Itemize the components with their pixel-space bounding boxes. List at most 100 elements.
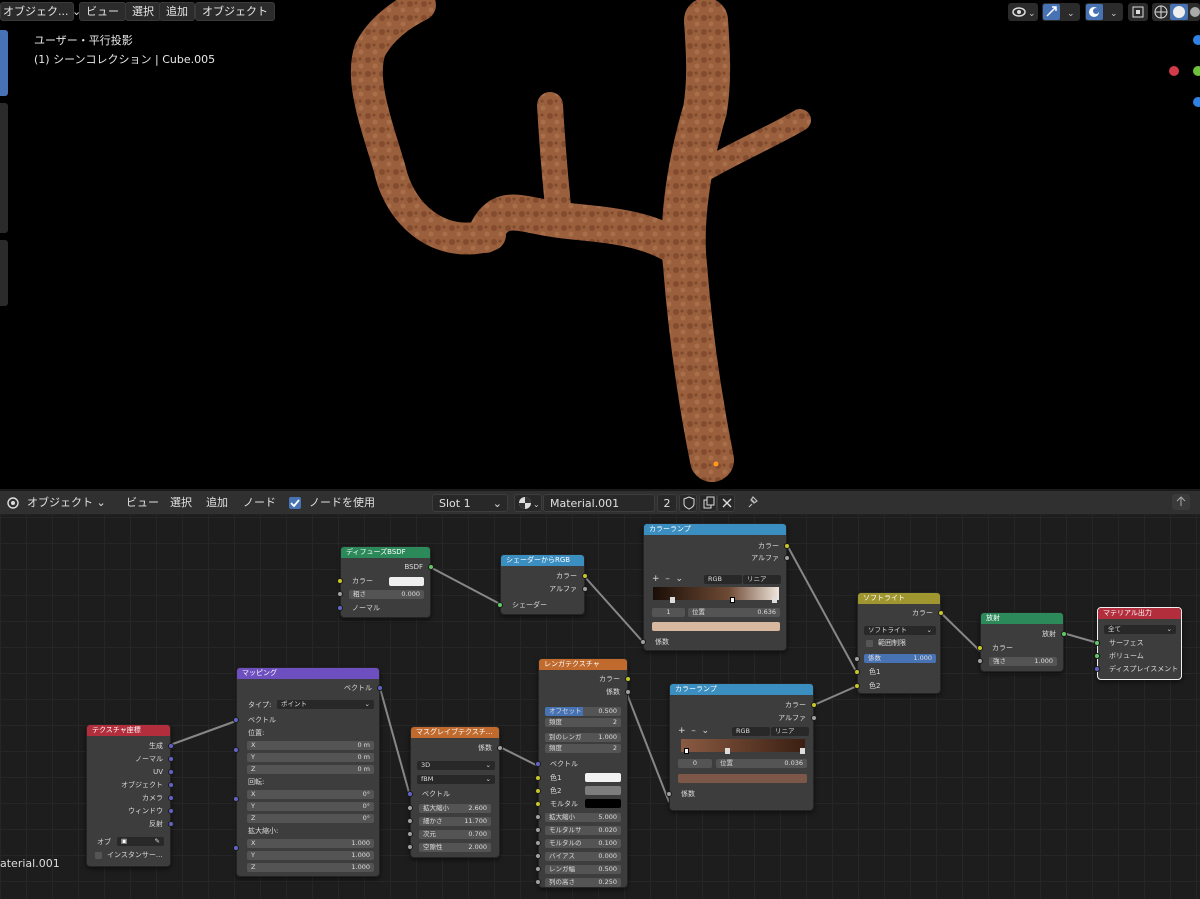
node-header[interactable]: マッピング (237, 668, 379, 679)
node-header[interactable]: ソフトライト (858, 593, 940, 604)
node-color-ramp-1[interactable]: カラーランプ カラー アルファ + – ⌄ RGB リニア 1 位置 0.636 … (640, 523, 790, 651)
ramp-index[interactable]: 1 (652, 608, 685, 617)
ramp-index[interactable]: 0 (678, 759, 712, 768)
ramp-stop[interactable] (670, 597, 675, 603)
socket-color-out[interactable] (938, 610, 944, 616)
overlay-icon[interactable]: ⌄ (1085, 3, 1123, 21)
socket-rotation-in[interactable] (233, 796, 239, 802)
navigation-gizmo[interactable] (1160, 30, 1200, 110)
socket-out[interactable] (168, 743, 174, 749)
socket-color-out[interactable] (784, 543, 790, 549)
editor-type-icon[interactable] (5, 494, 21, 512)
node-emission[interactable]: 放射 放射 カラー 強さ 1.000 (977, 612, 1067, 672)
ramp-add-remove[interactable]: + – ⌄ (652, 574, 683, 584)
ramp-stop[interactable] (800, 748, 805, 754)
node-material-output[interactable]: マテリアル出力 全て ⌄ サーフェス ボリューム ディスプレイスメント (1094, 607, 1182, 680)
socket-alpha-out[interactable] (582, 586, 588, 592)
mortar-smooth-field[interactable]: モルタルの 0.100 (545, 839, 621, 848)
socket-param-in[interactable] (535, 853, 541, 859)
rotation-z[interactable]: Z 0° (247, 814, 374, 823)
mortar-size-field[interactable]: モルタルサ 0.020 (545, 826, 621, 835)
socket-color2-in[interactable] (854, 683, 860, 689)
socket-color-out[interactable] (811, 702, 817, 708)
offset-field[interactable]: オフセット 0.500 (545, 707, 621, 716)
clamp-checkbox[interactable] (866, 640, 873, 647)
ramp-add-remove[interactable]: + – ⌄ (678, 726, 709, 736)
socket-alpha-out[interactable] (811, 715, 817, 721)
socket-out[interactable] (168, 808, 174, 814)
shading-icon[interactable] (1152, 3, 1200, 21)
node-shader-to-rgb[interactable]: シェーダーからRGB カラー アルファ シェーダー (497, 554, 588, 615)
socket-color1-in[interactable] (854, 669, 860, 675)
color2-swatch[interactable] (585, 786, 621, 795)
socket-scale-in[interactable] (233, 845, 239, 851)
socket-normal-in[interactable] (337, 605, 343, 611)
menu-add[interactable]: 追加 (159, 2, 195, 21)
scale-x[interactable]: X 1.000 (247, 839, 374, 848)
socket-out[interactable] (168, 795, 174, 801)
offset-freq-field[interactable]: 頻度 2 (545, 718, 621, 727)
ramp-position-field[interactable]: 位置 0.636 (688, 608, 780, 617)
node-header[interactable]: ディフューズBSDF (341, 547, 430, 558)
color-swatch[interactable] (389, 577, 424, 586)
socket-param-in[interactable] (407, 805, 413, 811)
node-header[interactable]: マテリアル出力 (1098, 608, 1181, 619)
editor-menu-add[interactable]: 追加 (206, 494, 228, 512)
node-brick-texture[interactable]: レンガテクスチャ カラー 係数 オフセット 0.500 頻度 2 別のレンガ 1.00… (535, 658, 631, 888)
socket-color2-in[interactable] (535, 788, 541, 794)
socket-param-in[interactable] (535, 879, 541, 885)
socket-param-in[interactable] (407, 818, 413, 824)
location-z[interactable]: Z 0 m (247, 765, 374, 774)
detail-field[interactable]: 細かさ 11.700 (419, 817, 491, 826)
socket-fac-in[interactable] (640, 639, 646, 645)
socket-out[interactable] (168, 821, 174, 827)
mode-dropdown[interactable]: オブジェク... ⌄ (0, 2, 81, 21)
node-header[interactable]: シェーダーからRGB (501, 555, 584, 566)
socket-mortar-in[interactable] (535, 801, 541, 807)
row-height-field[interactable]: 列の高さ 0.250 (545, 878, 621, 887)
socket-vector-in[interactable] (535, 761, 541, 767)
socket-vector-in[interactable] (233, 717, 239, 723)
socket-location-in[interactable] (233, 747, 239, 753)
socket-color-out[interactable] (582, 573, 588, 579)
strength-field[interactable]: 強さ 1.000 (989, 657, 1057, 666)
rotation-x[interactable]: X 0° (247, 790, 374, 799)
location-y[interactable]: Y 0 m (247, 753, 374, 762)
unlink-icon[interactable] (717, 494, 735, 512)
socket-out[interactable] (168, 756, 174, 762)
socket-param-in[interactable] (407, 831, 413, 837)
blend-mode-dropdown[interactable]: ソフトライト ⌄ (864, 626, 936, 635)
pin-icon[interactable] (744, 494, 760, 512)
ramp-mode-dropdown[interactable]: RGB (704, 575, 742, 584)
scale-field[interactable]: 拡大縮小 2.600 (419, 804, 491, 813)
node-header[interactable]: マスグレイブテクスチ... (411, 727, 499, 738)
node-header[interactable]: レンガテクスチャ (539, 659, 627, 670)
dimension-field[interactable]: 次元 0.700 (419, 830, 491, 839)
ramp-mode-dropdown[interactable]: RGB (732, 727, 770, 736)
node-header[interactable]: カラーランプ (644, 524, 786, 535)
socket-param-in[interactable] (535, 840, 541, 846)
lacunarity-field[interactable]: 空隙性 2.000 (419, 843, 491, 852)
editor-menu-select[interactable]: 選択 (170, 494, 192, 512)
target-dropdown[interactable]: 全て ⌄ (1104, 625, 1176, 634)
3d-viewport[interactable]: オブジェク... ⌄ ビュー 選択 追加 オブジェクト ユーザー・平行投影 (1… (0, 0, 1200, 489)
instancer-checkbox[interactable] (95, 852, 102, 859)
socket-vector-in[interactable] (407, 791, 413, 797)
mortar-swatch[interactable] (585, 799, 621, 808)
socket-param-in[interactable] (535, 866, 541, 872)
ramp-position-field[interactable]: 位置 0.036 (716, 759, 807, 768)
color-ramp-bar[interactable] (681, 739, 805, 752)
menu-view[interactable]: ビュー (79, 2, 126, 21)
object-picker[interactable]: ▣ ✎ (117, 837, 164, 846)
upload-icon[interactable] (1172, 494, 1190, 510)
node-musgrave-texture[interactable]: マスグレイブテクスチ... 係数 3D ⌄ fBM ⌄ ベクトル 拡大縮小 2.600… (407, 726, 503, 858)
socket-color-in[interactable] (977, 645, 983, 651)
musgrave-type-dropdown[interactable]: fBM ⌄ (417, 775, 495, 784)
rotation-y[interactable]: Y 0° (247, 802, 374, 811)
node-header[interactable]: テクスチャ座標 (87, 725, 170, 736)
ramp-stop[interactable] (684, 748, 689, 754)
socket-fac-out[interactable] (625, 689, 631, 695)
shader-editor[interactable]: オブジェクト ⌄ ビュー 選択 追加 ノード ノードを使用 Slot 1 ⌄ ⌄ … (0, 491, 1200, 899)
material-name-field[interactable]: Material.001 (543, 494, 655, 512)
menu-object[interactable]: オブジェクト (195, 2, 275, 21)
